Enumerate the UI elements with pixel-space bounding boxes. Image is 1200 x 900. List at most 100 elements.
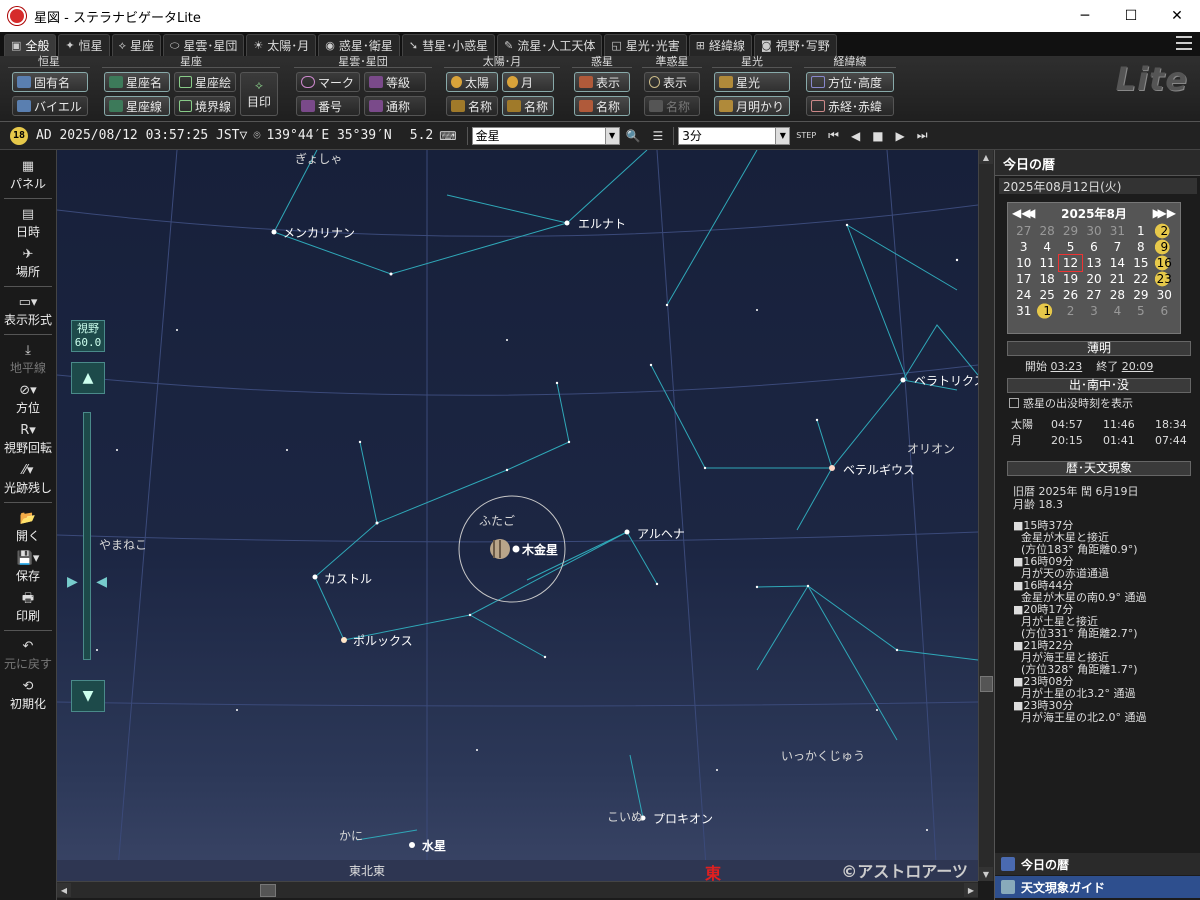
play-icon[interactable]: ▶	[896, 129, 905, 143]
planet-label-mercury[interactable]: 水星	[422, 837, 446, 854]
zoom-out-button[interactable]: ▼	[71, 680, 105, 712]
calendar-day[interactable]: 6	[1082, 239, 1105, 255]
calendar-day[interactable]: 12	[1057, 254, 1084, 272]
reset-button[interactable]: ⟲ 初期化	[0, 676, 56, 714]
bottom-tab-almanac[interactable]: 今日の暦	[995, 853, 1200, 875]
star-label-castor[interactable]: カストル	[324, 570, 372, 587]
calendar-day[interactable]: 16	[1152, 255, 1176, 271]
star-label-procyon[interactable]: プロキオン	[653, 810, 713, 827]
calendar-day[interactable]: 5	[1129, 303, 1152, 319]
calendar-day[interactable]: 17	[1012, 271, 1035, 287]
moonlight-button[interactable]: 月明かり	[714, 96, 790, 116]
calendar-day[interactable]: 27	[1012, 223, 1035, 239]
nebula-common-name-button[interactable]: 通称	[364, 96, 426, 116]
calendar-day[interactable]: 30	[1153, 287, 1176, 303]
star-label-betelgeuse[interactable]: ベテルギウス	[843, 461, 915, 478]
calendar-day[interactable]: 23	[1152, 271, 1176, 287]
star-label-pollux[interactable]: ポルックス	[353, 632, 413, 649]
calendar-day[interactable]: 2	[1059, 303, 1082, 319]
nebula-mark-button[interactable]: マーク	[296, 72, 360, 92]
starlight-button[interactable]: 星光	[714, 72, 790, 92]
scroll-right-icon[interactable]: ▶	[964, 883, 978, 897]
planet-name-button[interactable]: 名称	[574, 96, 630, 116]
calendar-day[interactable]: 3	[1082, 303, 1105, 319]
calendar-day[interactable]: 28	[1035, 223, 1058, 239]
tab-general[interactable]: ▣ 全般	[4, 34, 57, 56]
tab-grid[interactable]: ⊞ 経緯線	[688, 34, 753, 56]
moon-name-button[interactable]: 名称	[502, 96, 554, 116]
altaz-grid-button[interactable]: 方位･高度	[806, 72, 894, 92]
skip-forward-icon[interactable]: ⏭	[917, 128, 928, 143]
maximize-button[interactable]: ☐	[1108, 0, 1154, 32]
star-label-alhena[interactable]: アルヘナ	[637, 525, 685, 542]
dwarf-show-button[interactable]: 表示	[644, 72, 700, 92]
tab-meteors[interactable]: ✎ 流星･人工天体	[497, 34, 603, 56]
calendar-day[interactable]: 26	[1059, 287, 1082, 303]
sun-name-button[interactable]: 名称	[446, 96, 498, 116]
calendar-day[interactable]: 2	[1152, 223, 1176, 239]
calendar-day[interactable]: 22	[1129, 271, 1152, 287]
magnitude-display[interactable]: 5.2	[410, 128, 433, 143]
vertical-scroll-thumb[interactable]	[980, 676, 993, 692]
tab-sun-moon[interactable]: ☀ 太陽･月	[246, 34, 317, 56]
direction-button[interactable]: ⊘▾ 方位	[0, 380, 56, 418]
location-button[interactable]: ✈ 場所	[0, 244, 56, 282]
calendar-day[interactable]: 5	[1059, 239, 1082, 255]
tab-nebulae[interactable]: ⬭ 星雲･星団	[162, 34, 245, 56]
star-label-menkalinan[interactable]: メンカリナン	[283, 224, 355, 241]
save-button[interactable]: 💾▾ 保存	[0, 548, 56, 586]
calendar-day[interactable]: 30	[1082, 223, 1105, 239]
calendar-day[interactable]: 7	[1106, 239, 1129, 255]
tab-stars[interactable]: ✦ 恒星	[58, 34, 110, 56]
moon-button[interactable]: 月	[502, 72, 554, 92]
open-button[interactable]: 📂 開く	[0, 508, 56, 546]
calendar-day[interactable]: 24	[1012, 287, 1035, 303]
tab-comets[interactable]: ➘ 彗星･小惑星	[401, 34, 496, 56]
calendar-day[interactable]: 9	[1152, 239, 1176, 255]
constellation-name-button[interactable]: 星座名	[104, 72, 170, 92]
tab-field-of-view[interactable]: ◙ 視野･写野	[754, 34, 837, 56]
calendar-day[interactable]: 25	[1035, 287, 1058, 303]
datetime-button[interactable]: ▤ 日時	[0, 204, 56, 242]
horizontal-scroll-thumb[interactable]	[260, 884, 276, 897]
constellation-art-button[interactable]: 星座絵	[174, 72, 236, 92]
bayer-button[interactable]: バイエル	[12, 96, 88, 116]
marker-button[interactable]: ⟡ 目印	[240, 72, 278, 116]
scroll-down-icon[interactable]: ▼	[979, 867, 993, 881]
location-display[interactable]: 139°44′E 35°39′N	[267, 128, 392, 143]
calendar-day[interactable]: 31	[1012, 303, 1035, 319]
calendar-day[interactable]: 28	[1106, 287, 1129, 303]
nebula-number-button[interactable]: 番号	[296, 96, 360, 116]
calendar-day[interactable]: 13	[1082, 255, 1105, 271]
panel-button[interactable]: ▦ パネル	[0, 156, 56, 194]
horizontal-scrollbar[interactable]: ◀ ▶	[57, 881, 978, 898]
calendar-day[interactable]: 18	[1035, 271, 1058, 287]
vertical-scrollbar[interactable]: ▲ ▼	[978, 150, 994, 881]
dwarf-name-button[interactable]: 名称	[644, 96, 700, 116]
calendar-day[interactable]: 29	[1129, 287, 1152, 303]
next-year-icon[interactable]: ▶▶	[1158, 206, 1176, 220]
hamburger-menu-icon[interactable]	[1176, 36, 1192, 50]
sun-button[interactable]: 太陽	[446, 72, 498, 92]
tab-constellations[interactable]: ⟡ 星座	[111, 34, 161, 56]
calendar-day[interactable]: 14	[1106, 255, 1129, 271]
calendar-day[interactable]: 1	[1129, 223, 1152, 239]
calendar-day[interactable]: 4	[1035, 239, 1058, 255]
horizon-button[interactable]: ⤓ 地平線	[0, 340, 56, 378]
step-back-icon[interactable]: ◀	[851, 129, 860, 143]
step-icon[interactable]: STEP	[796, 131, 816, 140]
minimize-button[interactable]: ─	[1062, 0, 1108, 32]
star-label-elnath[interactable]: エルナト	[578, 215, 626, 232]
calendar-day[interactable]: 6	[1153, 303, 1176, 319]
nebula-magnitude-button[interactable]: 等級	[364, 72, 426, 92]
skip-back-icon[interactable]: ⏮	[828, 128, 839, 143]
location-icon[interactable]: ⌾	[253, 128, 260, 143]
calendar-day[interactable]: 3	[1012, 239, 1035, 255]
tab-planets[interactable]: ◉ 惑星･衛星	[318, 34, 400, 56]
object-search-combo[interactable]: 金星 ▼	[471, 126, 620, 145]
planet-label-jupiter-venus[interactable]: 木金星	[522, 541, 558, 558]
search-icon[interactable]: 🔍	[626, 129, 641, 143]
list-icon[interactable]: ☰	[653, 129, 664, 143]
calendar-day[interactable]: 29	[1059, 223, 1082, 239]
rotate-view-button[interactable]: R▾ 視野回転	[0, 420, 56, 458]
